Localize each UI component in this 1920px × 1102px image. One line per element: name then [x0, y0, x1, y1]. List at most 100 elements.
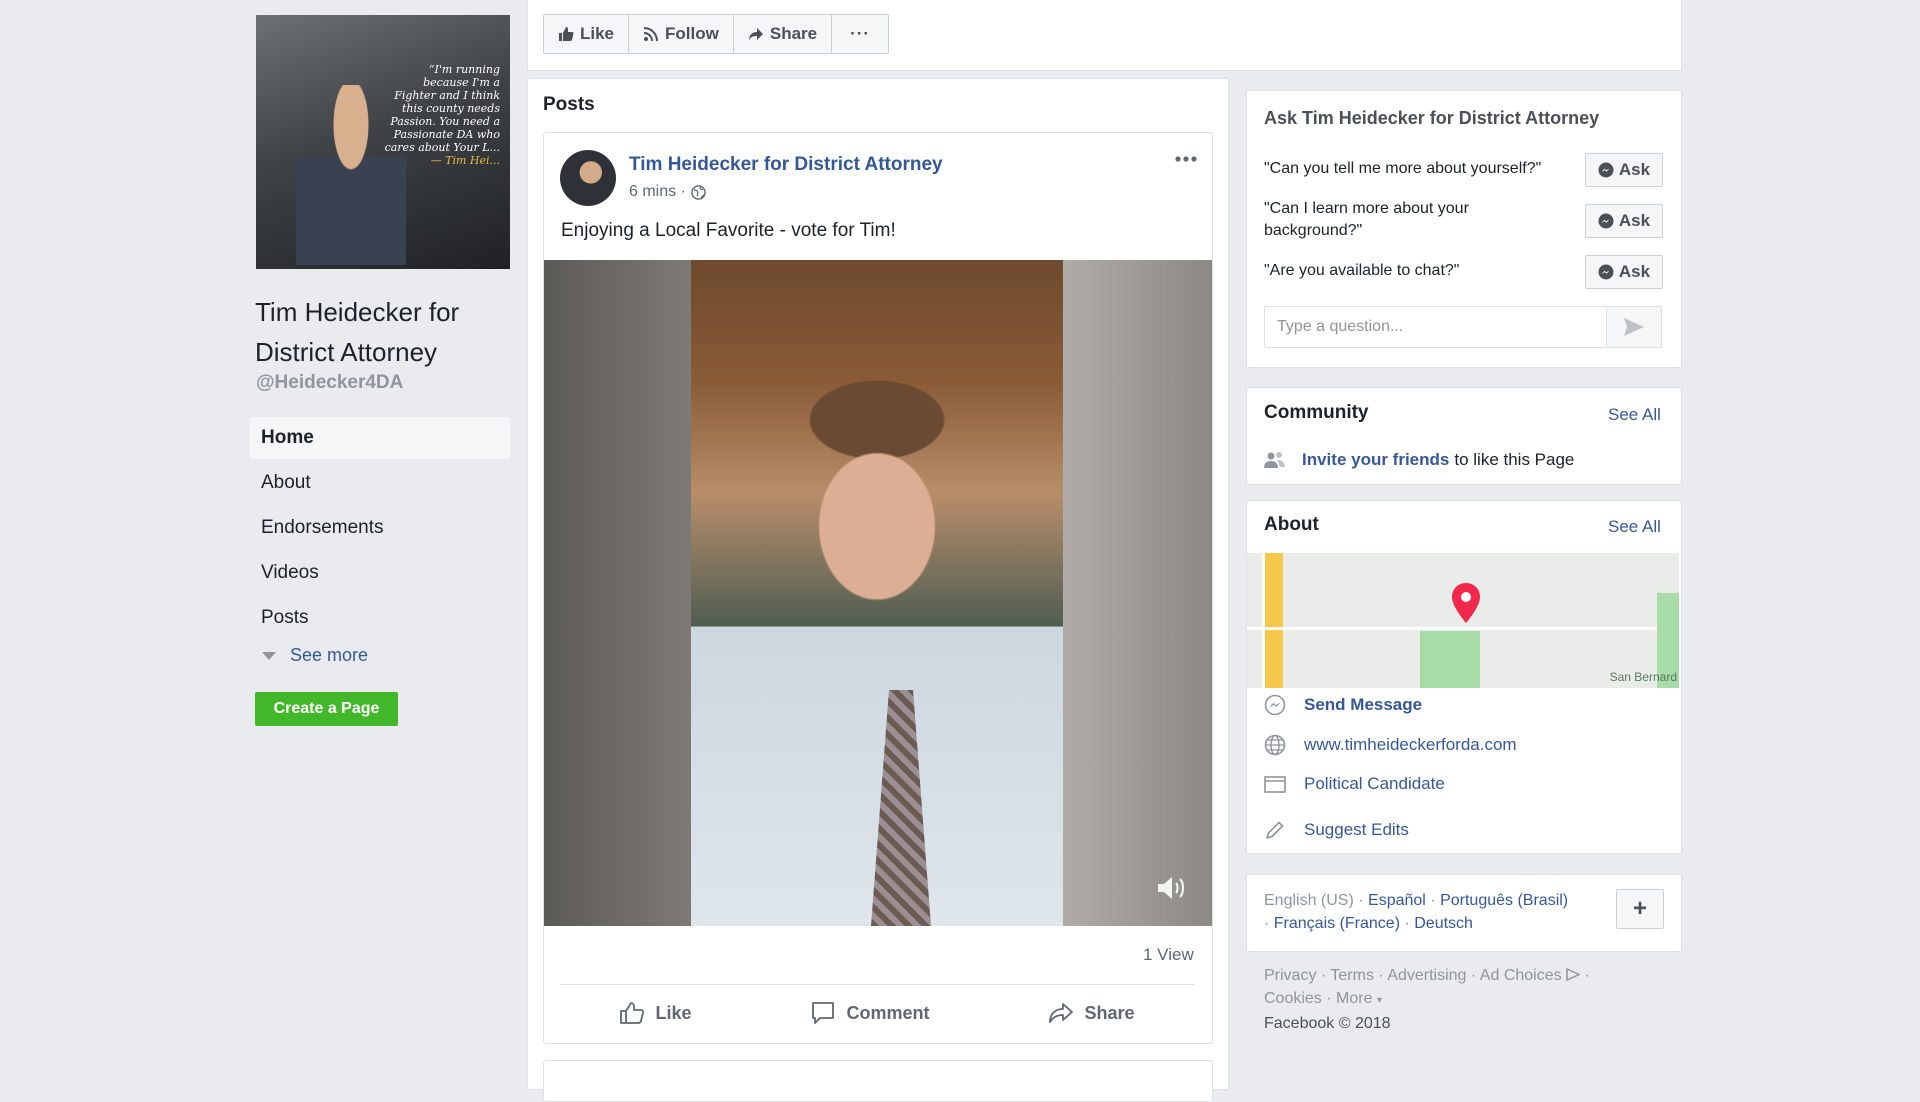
language-pt[interactable]: Português (Brasil): [1440, 892, 1568, 909]
post-like-button[interactable]: Like: [619, 996, 692, 1030]
post-share-button[interactable]: Share: [1048, 996, 1135, 1030]
nav-item-posts[interactable]: Posts: [250, 597, 510, 639]
send-question-button[interactable]: [1606, 306, 1662, 348]
posts-heading: Posts: [543, 94, 595, 115]
follow-label: Follow: [665, 24, 719, 43]
question-3: "Are you available to chat?": [1264, 262, 1460, 279]
post-options-button[interactable]: [1174, 150, 1198, 168]
post-timestamp[interactable]: 6 mins ·: [629, 183, 686, 201]
speaker-icon: [1158, 877, 1185, 899]
footer-advertising[interactable]: Advertising: [1387, 967, 1466, 984]
footer-ad-choices[interactable]: Ad Choices: [1480, 967, 1562, 984]
website-row[interactable]: www.timheideckerforda.com: [1264, 734, 1517, 756]
volume-button[interactable]: [1156, 875, 1186, 906]
more-languages-button[interactable]: +: [1616, 889, 1664, 929]
map-park: [1420, 631, 1480, 688]
share-outline-icon: [1049, 1003, 1074, 1023]
messenger-icon: [1598, 213, 1614, 229]
map-pin-icon: [1451, 583, 1481, 628]
ask-button-1[interactable]: Ask: [1585, 153, 1663, 187]
footer-terms[interactable]: Terms: [1330, 967, 1374, 984]
footer-privacy[interactable]: Privacy: [1264, 967, 1316, 984]
follow-button[interactable]: Follow: [628, 14, 734, 54]
messenger-icon: [1598, 264, 1614, 280]
post-share-label: Share: [1084, 1002, 1135, 1023]
comment-bubble-icon: [812, 1002, 835, 1024]
create-page-button[interactable]: Create a Page: [255, 692, 398, 726]
map-place-label: San Bernard: [1609, 670, 1677, 684]
post-author-name[interactable]: Tim Heidecker for District Attorney: [629, 154, 943, 176]
video-view-count[interactable]: 1 View: [1143, 945, 1194, 965]
ad-choices-icon: [1566, 967, 1581, 982]
thumbs-up-outline-icon: [620, 1002, 645, 1024]
suggest-edits-link[interactable]: Suggest Edits: [1304, 820, 1409, 840]
next-post-card: [543, 1060, 1213, 1102]
ask-button-3[interactable]: Ask: [1585, 255, 1663, 289]
nav-item-home[interactable]: Home: [250, 417, 510, 459]
about-see-all-link[interactable]: See All: [1608, 517, 1661, 537]
language-list: English (US) · Español · Português (Bras…: [1264, 892, 1569, 932]
invite-friends-text: to like this Page: [1454, 450, 1575, 469]
caret-down-icon: [262, 652, 276, 661]
language-current: English (US) ·: [1264, 892, 1364, 909]
more-dots-icon: ···: [850, 24, 871, 43]
invite-friends-link[interactable]: Invite your friends: [1302, 450, 1449, 470]
see-more-link[interactable]: See more: [262, 645, 368, 666]
rss-icon: [643, 27, 659, 42]
thumbs-up-icon: [559, 27, 574, 41]
ask-button-3-label: Ask: [1618, 262, 1651, 281]
more-options-button[interactable]: ···: [831, 14, 890, 54]
nav-item-about[interactable]: About: [250, 462, 510, 504]
community-see-all-link[interactable]: See All: [1608, 405, 1661, 425]
pencil-icon: [1266, 821, 1284, 839]
footer-cookies[interactable]: Cookies: [1264, 990, 1322, 1007]
post-text: Enjoying a Local Favorite - vote for Tim…: [561, 220, 896, 241]
language-es[interactable]: Español: [1368, 892, 1426, 909]
footer-more-caret-icon: ▾: [1376, 995, 1382, 1006]
send-message-link[interactable]: Send Message: [1304, 695, 1422, 715]
page-share-label: Share: [769, 24, 818, 43]
website-link[interactable]: www.timheideckerforda.com: [1304, 735, 1517, 755]
ask-button-2[interactable]: Ask: [1585, 204, 1663, 238]
ask-card-title: Ask Tim Heidecker for District Attorney: [1264, 108, 1600, 128]
profile-picture[interactable]: “I'm running because I'm a Fighter and I…: [256, 15, 510, 269]
question-input[interactable]: [1264, 306, 1606, 348]
footer-links: Privacy · Terms · Advertising · Ad Choic…: [1264, 967, 1590, 1032]
ask-button-1-label: Ask: [1618, 160, 1651, 179]
language-de[interactable]: Deutsch: [1414, 915, 1473, 932]
messenger-icon: [1598, 162, 1614, 178]
suggest-edits-row[interactable]: Suggest Edits: [1264, 819, 1409, 841]
page-share-button[interactable]: Share: [732, 14, 833, 54]
send-arrow-icon: [1624, 318, 1644, 336]
globe-icon: [691, 184, 706, 200]
category-link[interactable]: Political Candidate: [1304, 774, 1445, 794]
nav-item-videos[interactable]: Videos: [250, 552, 510, 594]
post-actions: Like Comment Share: [560, 996, 1194, 1030]
page-actions: Like Follow Share ···: [543, 14, 890, 54]
comment-button[interactable]: Comment: [810, 996, 930, 1030]
location-map[interactable]: San Bernard: [1247, 553, 1679, 688]
post-author-avatar[interactable]: [560, 150, 616, 206]
send-message-row[interactable]: Send Message: [1264, 694, 1422, 716]
post-divider: [560, 984, 1194, 985]
page-handle[interactable]: @Heidecker4DA: [256, 372, 403, 394]
page-title: Tim Heidecker for District Attorney: [255, 297, 460, 367]
messenger-outline-icon: [1264, 694, 1286, 716]
footer-copyright: Facebook © 2018: [1264, 1015, 1391, 1032]
question-2: "Can I learn more about your background?…: [1264, 200, 1469, 239]
page-like-label: Like: [580, 24, 615, 43]
about-title: About: [1264, 514, 1319, 535]
nav-item-endorsements[interactable]: Endorsements: [250, 507, 510, 549]
community-title: Community: [1264, 402, 1369, 423]
globe-icon: [1264, 734, 1286, 756]
see-more-label: See more: [290, 645, 369, 665]
page-like-button[interactable]: Like: [543, 14, 630, 54]
map-road: [1262, 553, 1283, 688]
post-video[interactable]: [544, 260, 1212, 926]
ask-button-2-label: Ask: [1618, 211, 1651, 230]
category-row[interactable]: Political Candidate: [1264, 774, 1445, 794]
question-1: "Can you tell me more about yourself?": [1264, 160, 1542, 177]
language-fr[interactable]: Français (France): [1274, 915, 1400, 932]
comment-label: Comment: [846, 1002, 930, 1023]
footer-more[interactable]: More: [1336, 990, 1372, 1007]
